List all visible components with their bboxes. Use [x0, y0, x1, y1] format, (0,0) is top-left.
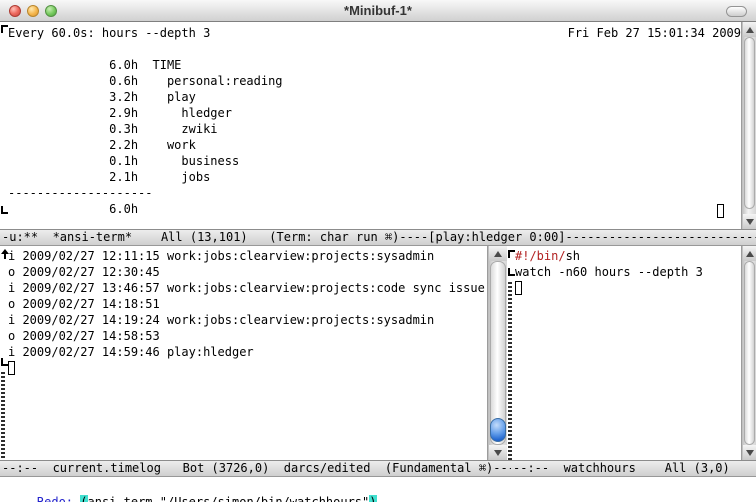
script-shebang-line: #!/bin/sh	[515, 248, 741, 264]
report-line: 3.2h play	[8, 89, 741, 105]
timelog-buffer[interactable]: i 2009/02/27 12:11:15 work:jobs:clearvie…	[0, 246, 487, 460]
minibuffer[interactable]: Redo: (ansi-term "/Users/simon/bin/watch…	[0, 477, 756, 502]
report-line: 2.2h work	[8, 137, 741, 153]
timelog-entry: i 2009/02/27 14:59:46 play:hledger	[8, 344, 487, 360]
fringe-top-angle-icon	[508, 250, 515, 258]
empty-lines-indicator	[508, 282, 512, 477]
interpreter-text: sh	[566, 249, 580, 263]
modeline-watchhours: --:-- watchhours All (3,0)	[511, 460, 756, 477]
empty-lines-indicator	[1, 372, 5, 459]
fringe-up-arrow-icon	[1, 249, 10, 260]
report-line: 2.1h jobs	[8, 169, 741, 185]
scrollbar-thumb[interactable]	[744, 37, 755, 209]
ansi-term-buffer[interactable]: Every 60.0s: hours --depth 3 Fri Feb 27 …	[0, 22, 741, 229]
timelog-entry: o 2009/02/27 12:30:45	[8, 264, 487, 280]
scrollbar-thumb[interactable]	[744, 261, 755, 445]
scroll-up-arrow-icon[interactable]	[743, 22, 756, 37]
minibuffer-prompt: Redo:	[37, 495, 80, 502]
report-line: 2.9h hledger	[8, 105, 741, 121]
timelog-entry: o 2009/02/27 14:18:51	[8, 296, 487, 312]
watch-header: Every 60.0s: hours --depth 3 Fri Feb 27 …	[8, 25, 741, 41]
report-line: 6.0h TIME	[8, 57, 741, 73]
timelog-entry: i 2009/02/27 12:11:15 work:jobs:clearvie…	[8, 248, 487, 264]
emacs-window: *Minibuf-1* Every 60.0s: hours --depth 3…	[0, 0, 756, 502]
watchhours-buffer[interactable]: #!/bin/sh watch -n60 hours --depth 3	[515, 246, 741, 460]
fringe-bottom-angle-icon	[1, 358, 8, 366]
script-line: watch -n60 hours --depth 3	[515, 264, 741, 280]
hollow-cursor	[717, 204, 724, 218]
scroll-up-arrow-icon[interactable]	[743, 246, 756, 261]
scroll-down-arrow-icon[interactable]	[743, 214, 756, 229]
scrollbar-watch[interactable]	[741, 22, 756, 229]
paren-match-close-cursor: )	[369, 495, 376, 502]
timelog-entry: i 2009/02/27 13:46:57 work:jobs:clearvie…	[8, 280, 487, 296]
timelog-entry: i 2009/02/27 14:19:24 work:jobs:clearvie…	[8, 312, 487, 328]
report-line: 0.3h zwiki	[8, 121, 741, 137]
fringe-bottom-angle-icon	[508, 268, 515, 276]
report-line	[8, 41, 741, 57]
paren-match-open: (	[80, 495, 87, 502]
minibuffer-command: ansi-term "/Users/simon/bin/watchhours"	[88, 495, 370, 502]
watch-timestamp: Fri Feb 27 15:01:34 2009	[568, 25, 741, 41]
fringe-bottom-angle-icon	[1, 206, 8, 214]
toolbar-toggle-button[interactable]	[726, 6, 747, 17]
scroll-down-arrow-icon[interactable]	[743, 445, 756, 460]
report-line: --------------------	[8, 185, 741, 201]
shebang-text: #!/bin/	[515, 249, 566, 263]
hollow-cursor	[8, 361, 15, 375]
timelog-entry: o 2009/02/27 14:58:53	[8, 328, 487, 344]
report-line: 0.6h personal:reading	[8, 73, 741, 89]
window-title: *Minibuf-1*	[0, 3, 756, 18]
hollow-cursor	[515, 281, 522, 295]
scroll-up-arrow-icon[interactable]	[489, 246, 507, 261]
fringe-top-angle-icon	[1, 25, 8, 33]
modeline-timelog: --:-- current.timelog Bot (3726,0) darcs…	[0, 460, 511, 477]
title-bar[interactable]: *Minibuf-1*	[0, 0, 756, 22]
report-line: 0.1h business	[8, 153, 741, 169]
scrollbar-thumb[interactable]	[490, 418, 506, 442]
scrollbar-timelog[interactable]	[487, 246, 507, 460]
scroll-down-arrow-icon[interactable]	[489, 445, 507, 460]
scrollbar-watchhours[interactable]	[741, 246, 756, 460]
watch-command: Every 60.0s: hours --depth 3	[8, 25, 210, 41]
report-line: 6.0h	[8, 201, 741, 217]
modeline-ansi-term: -u:** *ansi-term* All (13,101) (Term: ch…	[0, 229, 756, 246]
